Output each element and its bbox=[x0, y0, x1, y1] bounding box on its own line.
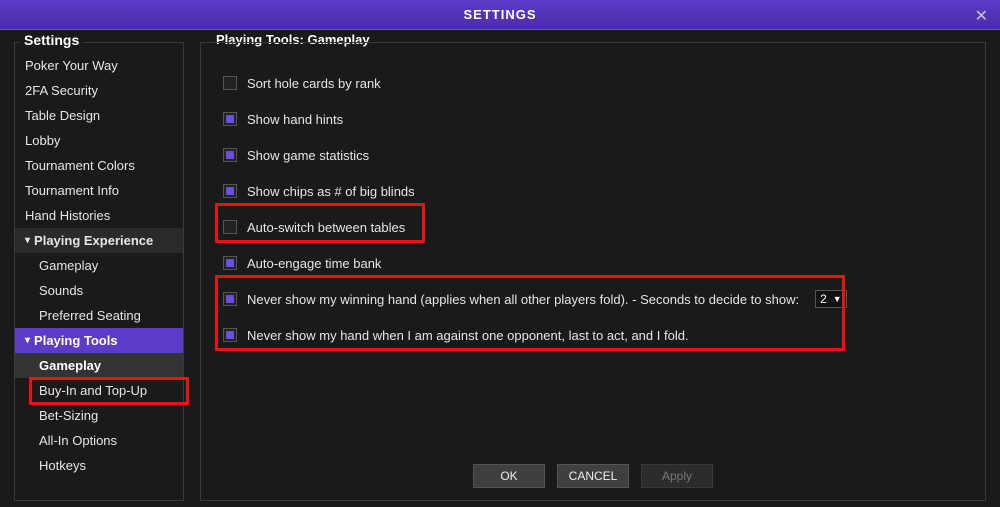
sidebar-item-label: Sounds bbox=[39, 283, 83, 298]
option-auto-engage-timebank: Auto-engage time bank bbox=[219, 245, 967, 281]
sidebar-item-pt-hotkeys[interactable]: Hotkeys bbox=[15, 453, 183, 478]
option-label: Auto-engage time bank bbox=[247, 256, 381, 271]
sidebar-item-tournament-colors[interactable]: Tournament Colors bbox=[15, 153, 183, 178]
sidebar-legend: Settings bbox=[20, 32, 83, 48]
option-label: Show game statistics bbox=[247, 148, 369, 163]
sidebar-item-label: Preferred Seating bbox=[39, 308, 141, 323]
sidebar-item-pe-preferred-seating[interactable]: Preferred Seating bbox=[15, 303, 183, 328]
titlebar: SETTINGS ✕ bbox=[0, 0, 1000, 30]
sidebar-item-label: Lobby bbox=[25, 133, 60, 148]
content-container: Settings Poker Your Way 2FA Security Tab… bbox=[0, 30, 1000, 507]
options-area: Sort hole cards by rank Show hand hints … bbox=[219, 65, 967, 454]
sidebar-item-label: Gameplay bbox=[39, 258, 98, 273]
option-sort-hole-cards: Sort hole cards by rank bbox=[219, 65, 967, 101]
sidebar-item-label: Table Design bbox=[25, 108, 100, 123]
panel-box: Sort hole cards by rank Show hand hints … bbox=[200, 42, 986, 501]
sidebar-item-pe-gameplay[interactable]: Gameplay bbox=[15, 253, 183, 278]
apply-button[interactable]: Apply bbox=[641, 464, 713, 488]
sidebar-item-label: Hand Histories bbox=[25, 208, 110, 223]
button-bar: OK CANCEL Apply bbox=[219, 454, 967, 490]
select-value: 2 bbox=[820, 292, 827, 306]
sidebar-header-playing-experience[interactable]: ▾ Playing Experience bbox=[15, 228, 183, 253]
window-title: SETTINGS bbox=[463, 7, 536, 22]
button-label: CANCEL bbox=[569, 469, 618, 483]
option-label: Never show my hand when I am against one… bbox=[247, 328, 689, 343]
checkbox[interactable] bbox=[223, 292, 237, 306]
sidebar-item-2fa-security[interactable]: 2FA Security bbox=[15, 78, 183, 103]
checkbox[interactable] bbox=[223, 184, 237, 198]
option-label: Sort hole cards by rank bbox=[247, 76, 381, 91]
option-never-show-hand-fold: Never show my hand when I am against one… bbox=[219, 317, 967, 353]
button-label: OK bbox=[500, 469, 517, 483]
sidebar-item-hand-histories[interactable]: Hand Histories bbox=[15, 203, 183, 228]
option-label: Auto-switch between tables bbox=[247, 220, 405, 235]
chevron-down-icon: ▾ bbox=[25, 235, 30, 246]
checkbox[interactable] bbox=[223, 76, 237, 90]
checkbox[interactable] bbox=[223, 148, 237, 162]
sidebar-item-pt-allin-options[interactable]: All-In Options bbox=[15, 428, 183, 453]
option-show-chips-big-blinds: Show chips as # of big blinds bbox=[219, 173, 967, 209]
option-never-show-winning-hand: Never show my winning hand (applies when… bbox=[219, 281, 967, 317]
sidebar-item-poker-your-way[interactable]: Poker Your Way bbox=[15, 53, 183, 78]
sidebar-item-pe-sounds[interactable]: Sounds bbox=[15, 278, 183, 303]
button-label: Apply bbox=[662, 469, 692, 483]
sidebar: Settings Poker Your Way 2FA Security Tab… bbox=[14, 42, 184, 501]
sidebar-item-label: Tournament Info bbox=[25, 183, 119, 198]
sidebar-item-label: Hotkeys bbox=[39, 458, 86, 473]
option-label: Show hand hints bbox=[247, 112, 343, 127]
option-label: Show chips as # of big blinds bbox=[247, 184, 415, 199]
option-show-hand-hints: Show hand hints bbox=[219, 101, 967, 137]
sidebar-item-label: Gameplay bbox=[39, 358, 101, 373]
sidebar-item-label: Tournament Colors bbox=[25, 158, 135, 173]
sidebar-item-label: Playing Tools bbox=[34, 333, 118, 348]
sidebar-box: Poker Your Way 2FA Security Table Design… bbox=[14, 42, 184, 501]
option-label: Never show my winning hand (applies when… bbox=[247, 292, 799, 307]
checkbox[interactable] bbox=[223, 112, 237, 126]
sidebar-item-table-design[interactable]: Table Design bbox=[15, 103, 183, 128]
sidebar-item-label: Playing Experience bbox=[34, 233, 153, 248]
ok-button[interactable]: OK bbox=[473, 464, 545, 488]
close-icon[interactable]: ✕ bbox=[975, 6, 988, 26]
sidebar-item-label: Buy-In and Top-Up bbox=[39, 383, 147, 398]
option-auto-switch-tables: Auto-switch between tables bbox=[219, 209, 967, 245]
checkbox[interactable] bbox=[223, 328, 237, 342]
seconds-select[interactable]: 2 ▼ bbox=[815, 290, 847, 308]
checkbox[interactable] bbox=[223, 220, 237, 234]
option-show-game-statistics: Show game statistics bbox=[219, 137, 967, 173]
sidebar-item-tournament-info[interactable]: Tournament Info bbox=[15, 178, 183, 203]
sidebar-item-pt-bet-sizing[interactable]: Bet-Sizing bbox=[15, 403, 183, 428]
sidebar-item-pt-buyin-topup[interactable]: Buy-In and Top-Up bbox=[15, 378, 183, 403]
checkbox[interactable] bbox=[223, 256, 237, 270]
sidebar-item-pt-gameplay[interactable]: Gameplay bbox=[15, 353, 183, 378]
sidebar-item-label: Bet-Sizing bbox=[39, 408, 98, 423]
cancel-button[interactable]: CANCEL bbox=[557, 464, 629, 488]
sidebar-header-playing-tools[interactable]: ▾ Playing Tools bbox=[15, 328, 183, 353]
sidebar-item-lobby[interactable]: Lobby bbox=[15, 128, 183, 153]
sidebar-item-label: Poker Your Way bbox=[25, 58, 118, 73]
chevron-down-icon: ▾ bbox=[25, 335, 30, 346]
main-panel: Playing Tools: Gameplay Sort hole cards … bbox=[200, 42, 986, 501]
sidebar-item-label: All-In Options bbox=[39, 433, 117, 448]
sidebar-item-label: 2FA Security bbox=[25, 83, 98, 98]
chevron-down-icon: ▼ bbox=[833, 294, 842, 304]
